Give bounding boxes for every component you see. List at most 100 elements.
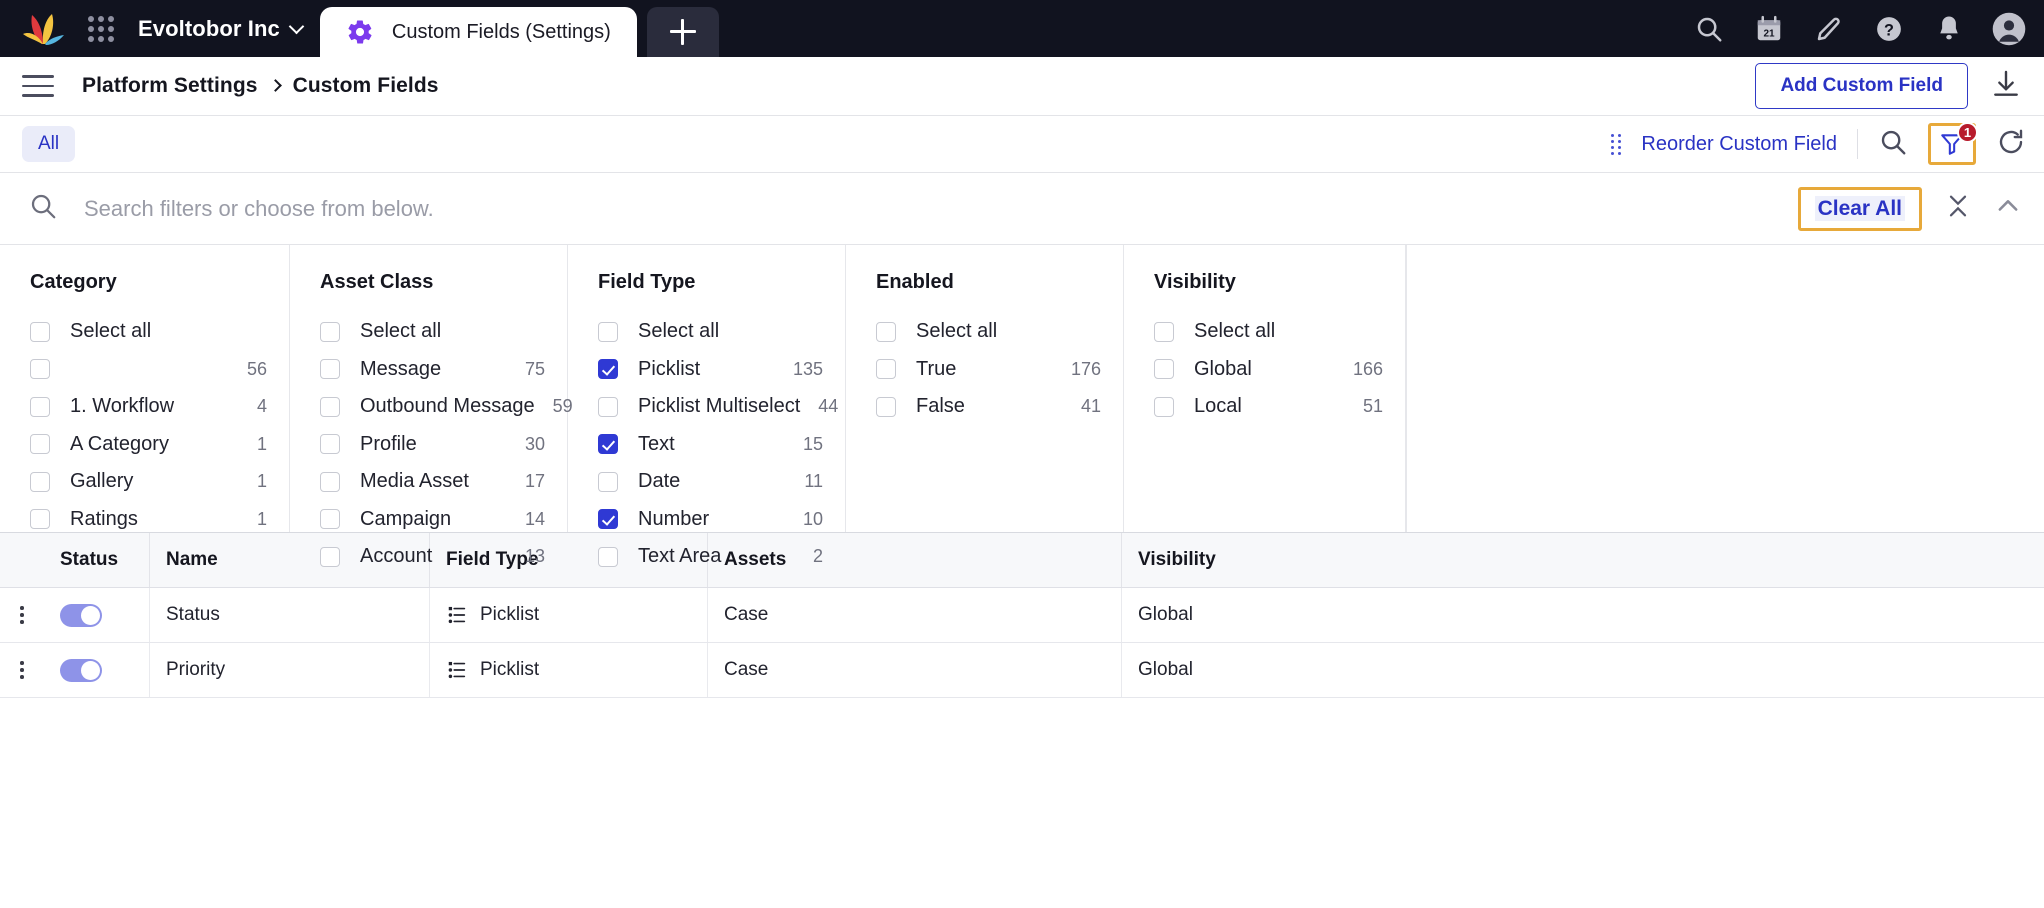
filter-option-row[interactable]: Text Area 2 [598,538,823,576]
clear-all-button[interactable]: Clear All [1797,186,1922,231]
filter-option-label: Date [638,470,681,493]
filter-option-checkbox[interactable] [30,396,50,417]
filter-option-count: 13 [524,546,545,567]
search-icon[interactable] [1692,12,1726,46]
filter-option-label: Select all [916,320,998,343]
toolbar-right-group: Reorder Custom Field 1 [1611,122,2026,165]
filter-search-bar: Clear All [0,173,2044,245]
filter-select-all-row[interactable]: Select all [1154,313,1383,351]
filter-option-row[interactable]: False 41 [876,388,1101,426]
pencil-icon[interactable] [1812,12,1846,46]
filter-option-row[interactable]: Local 51 [1154,388,1383,426]
filter-option-row[interactable]: Date 11 [598,463,823,501]
filter-option-count: 44 [818,396,839,417]
filter-button[interactable]: 1 [1928,122,1978,165]
enabled-toggle[interactable] [60,603,102,627]
filter-option-checkbox[interactable] [30,509,50,530]
chevron-up-icon[interactable] [1994,192,2022,225]
filter-option-row[interactable]: Picklist Multiselect 44 [598,388,838,426]
refresh-icon[interactable] [1996,127,2026,162]
filter-option-checkbox[interactable] [30,359,50,380]
filter-select-all-row[interactable]: Select all [30,313,267,351]
filter-option-row[interactable]: Number 10 [598,501,823,539]
bell-icon[interactable] [1932,12,1966,46]
checkbox-select-all[interactable] [876,321,896,342]
filter-option-label: False [916,395,965,418]
filter-option-row[interactable]: Media Asset 17 [320,463,545,501]
filter-option-checkbox[interactable] [320,359,340,380]
filter-option-checkbox[interactable] [320,471,340,492]
kebab-menu-icon[interactable] [20,606,24,624]
filter-option-row[interactable]: 1. Workflow 4 [30,388,267,426]
filter-option-row[interactable]: Text 15 [598,426,823,464]
svg-text:?: ? [1884,21,1894,39]
filter-option-checkbox[interactable] [598,471,618,492]
filter-option-label: 1. Workflow [70,395,175,418]
filter-option-row[interactable]: Profile 30 [320,426,545,464]
filter-option-label: Local [1194,395,1242,418]
filter-option-row[interactable]: Global 166 [1154,351,1383,389]
search-icon[interactable] [1878,127,1908,162]
enabled-toggle[interactable] [60,658,102,682]
filter-option-checkbox[interactable] [598,509,618,530]
filter-option-label: Text Area [638,545,722,568]
filter-option-row[interactable]: Account 13 [320,538,545,576]
filter-option-checkbox[interactable] [320,509,340,530]
filter-option-checkbox[interactable] [598,546,618,567]
tab-all[interactable]: All [22,126,76,162]
row-actions-button[interactable] [0,588,44,642]
filter-option-row[interactable]: Outbound Message 59 [320,388,573,426]
checkbox-select-all[interactable] [320,321,340,342]
filter-option-row[interactable]: Message 75 [320,351,545,389]
chevron-down-icon[interactable] [288,18,305,35]
hamburger-menu-icon[interactable] [22,75,54,97]
filter-search-input[interactable] [84,195,1798,222]
add-custom-field-button[interactable]: Add Custom Field [1755,63,1968,109]
row-actions-button[interactable] [0,643,44,697]
filter-option-checkbox[interactable] [30,471,50,492]
avatar[interactable] [1992,12,2026,46]
filter-option-checkbox[interactable] [598,434,618,455]
new-tab-button[interactable] [646,7,719,57]
filter-option-checkbox[interactable] [1154,359,1174,380]
checkbox-select-all[interactable] [1154,321,1174,342]
download-icon[interactable] [1990,68,2022,105]
calendar-icon[interactable]: 21 [1752,12,1786,46]
browser-tab-custom-fields[interactable]: Custom Fields (Settings) [319,7,637,57]
filter-option-row[interactable]: Gallery 1 [30,463,267,501]
filter-option-row[interactable]: A Category 1 [30,426,267,464]
filter-option-checkbox[interactable] [876,396,896,417]
organization-name[interactable]: Evoltobor Inc [138,16,280,42]
filter-option-checkbox[interactable] [598,396,618,417]
filter-option-checkbox[interactable] [598,359,618,380]
filter-option-checkbox[interactable] [1154,396,1174,417]
collapse-icon[interactable] [1944,192,1972,225]
filter-select-all-row[interactable]: Select all [876,313,1101,351]
reorder-custom-field-link[interactable]: Reorder Custom Field [1641,133,1837,156]
filter-select-all-row[interactable]: Select all [598,313,823,351]
filter-option-checkbox[interactable] [876,359,896,380]
filter-option-row[interactable]: Ratings 1 [30,501,267,539]
help-icon[interactable]: ? [1872,12,1906,46]
filter-option-label: A Category [70,432,169,455]
filter-option-checkbox[interactable] [30,434,50,455]
checkbox-select-all[interactable] [598,321,618,342]
row-field-type-cell: Picklist [430,643,708,697]
table-row[interactable]: Priority Picklist Case Global [0,643,2044,698]
checkbox-select-all[interactable] [30,321,50,342]
filter-option-row[interactable]: True 176 [876,351,1101,389]
kebab-menu-icon[interactable] [20,661,24,679]
svg-text:21: 21 [1763,28,1775,39]
breadcrumb-parent[interactable]: Platform Settings [82,74,258,98]
filter-option-row[interactable]: Picklist 135 [598,351,823,389]
filter-option-checkbox[interactable] [320,434,340,455]
drag-handle-icon[interactable] [1611,133,1622,155]
row-visibility-cell: Global [1138,659,1193,680]
filter-option-row[interactable]: Campaign 14 [320,501,545,539]
filter-select-all-row[interactable]: Select all [320,313,545,351]
filter-option-checkbox[interactable] [320,546,340,567]
table-row[interactable]: Status Picklist Case Global [0,588,2044,643]
apps-grid-icon[interactable] [84,12,118,46]
filter-option-checkbox[interactable] [320,396,340,417]
filter-option-row[interactable]: 56 [30,351,267,389]
